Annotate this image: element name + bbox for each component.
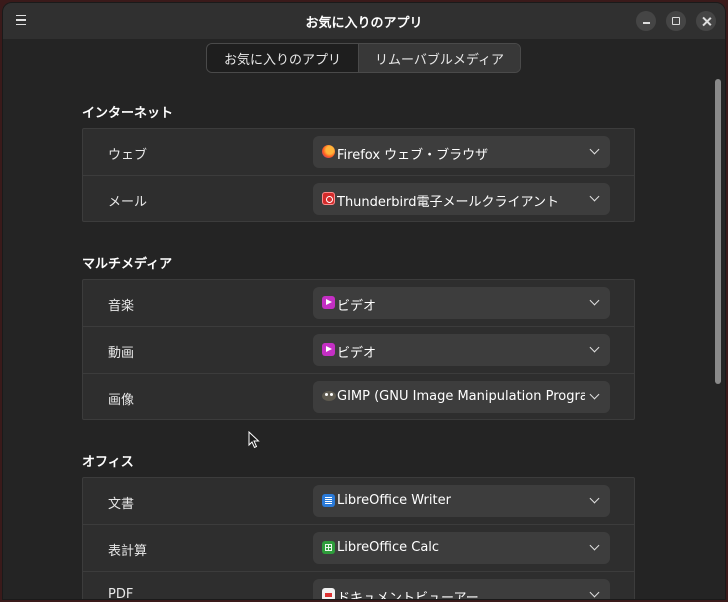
chevron-down-icon (589, 493, 600, 504)
chevron-down-icon (589, 587, 600, 598)
image-app-dropdown[interactable]: GIMP (GNU Image Manipulation Program) (313, 381, 610, 413)
tab-removable-media[interactable]: リムーバブルメディア (358, 44, 520, 72)
settings-window: お気に入りのアプリ お気に入りのアプリ リムーバブルメディア インターネット ウ… (2, 2, 726, 600)
spreadsheet-app-dropdown[interactable]: LibreOffice Calc (313, 532, 610, 564)
chevron-down-icon (589, 389, 600, 400)
section-title-office: オフィス (82, 455, 134, 470)
music-app-value: ビデオ (337, 299, 377, 314)
video-app-dropdown[interactable]: ビデオ (313, 334, 610, 366)
web-browser-value: Firefox ウェブ・ブラウザ (337, 148, 489, 163)
libreoffice-calc-icon (322, 541, 335, 554)
minimize-button[interactable] (636, 11, 656, 31)
maximize-icon (672, 17, 680, 25)
video-icon (322, 343, 335, 356)
chevron-down-icon (589, 144, 600, 155)
row-label-music: 音楽 (108, 299, 135, 314)
multimedia-group: 音楽 ビデオ 動画 ビデオ 画像 GIMP (GNU Image Manipul… (82, 279, 635, 420)
row-label-image: 画像 (108, 393, 135, 408)
vertical-scrollbar[interactable] (715, 79, 721, 384)
spreadsheet-app-value: LibreOffice Calc (337, 540, 440, 555)
row-web: ウェブ Firefox ウェブ・ブラウザ (83, 129, 634, 176)
row-spreadsheet: 表計算 LibreOffice Calc (83, 525, 634, 572)
row-label-spreadsheet: 表計算 (108, 544, 148, 559)
row-image: 画像 GIMP (GNU Image Manipulation Program) (83, 374, 634, 421)
video-icon (322, 296, 335, 309)
gimp-icon (322, 391, 336, 401)
row-label-pdf: PDF (108, 587, 134, 600)
office-group: 文書 LibreOffice Writer 表計算 LibreOffice Ca… (82, 477, 635, 600)
music-app-dropdown[interactable]: ビデオ (313, 287, 610, 319)
mouse-pointer-icon (248, 431, 260, 449)
window-title: お気に入りのアプリ (305, 16, 423, 31)
minimize-icon (642, 22, 650, 24)
section-title-internet: インターネット (82, 106, 174, 121)
mail-client-dropdown[interactable]: Thunderbird電子メールクライアント (313, 183, 610, 215)
row-label-video: 動画 (108, 346, 135, 361)
pdf-app-dropdown[interactable]: ドキュメントビューアー (313, 579, 610, 600)
row-pdf: PDF ドキュメントビューアー (83, 572, 634, 600)
thunderbird-icon (322, 192, 335, 205)
document-app-dropdown[interactable]: LibreOffice Writer (313, 485, 610, 517)
tab-favorite-apps[interactable]: お気に入りのアプリ (207, 44, 358, 72)
mail-client-value: Thunderbird電子メールクライアント (337, 195, 559, 210)
pdf-app-value: ドキュメントビューアー (337, 591, 479, 600)
row-label-mail: メール (108, 195, 148, 210)
chevron-down-icon (589, 191, 600, 202)
row-label-document: 文書 (108, 497, 135, 512)
title-bar: お気に入りのアプリ (3, 3, 725, 39)
document-app-value: LibreOffice Writer (337, 493, 451, 508)
web-browser-dropdown[interactable]: Firefox ウェブ・ブラウザ (313, 136, 610, 168)
row-music: 音楽 ビデオ (83, 280, 634, 327)
close-icon (702, 17, 711, 26)
row-document: 文書 LibreOffice Writer (83, 478, 634, 525)
maximize-button[interactable] (666, 11, 686, 31)
row-label-web: ウェブ (108, 148, 148, 163)
close-button[interactable] (696, 11, 716, 31)
document-viewer-icon (322, 588, 335, 599)
libreoffice-writer-icon (322, 494, 335, 507)
firefox-icon (322, 145, 335, 158)
chevron-down-icon (589, 540, 600, 551)
chevron-down-icon (589, 295, 600, 306)
video-app-value: ビデオ (337, 346, 377, 361)
section-title-multimedia: マルチメディア (82, 257, 173, 272)
row-video: 動画 ビデオ (83, 327, 634, 374)
row-mail: メール Thunderbird電子メールクライアント (83, 176, 634, 223)
chevron-down-icon (589, 342, 600, 353)
internet-group: ウェブ Firefox ウェブ・ブラウザ メール Thunderbird電子メー… (82, 128, 635, 222)
tab-switcher: お気に入りのアプリ リムーバブルメディア (206, 43, 521, 73)
image-app-value: GIMP (GNU Image Manipulation Program) (337, 389, 585, 404)
